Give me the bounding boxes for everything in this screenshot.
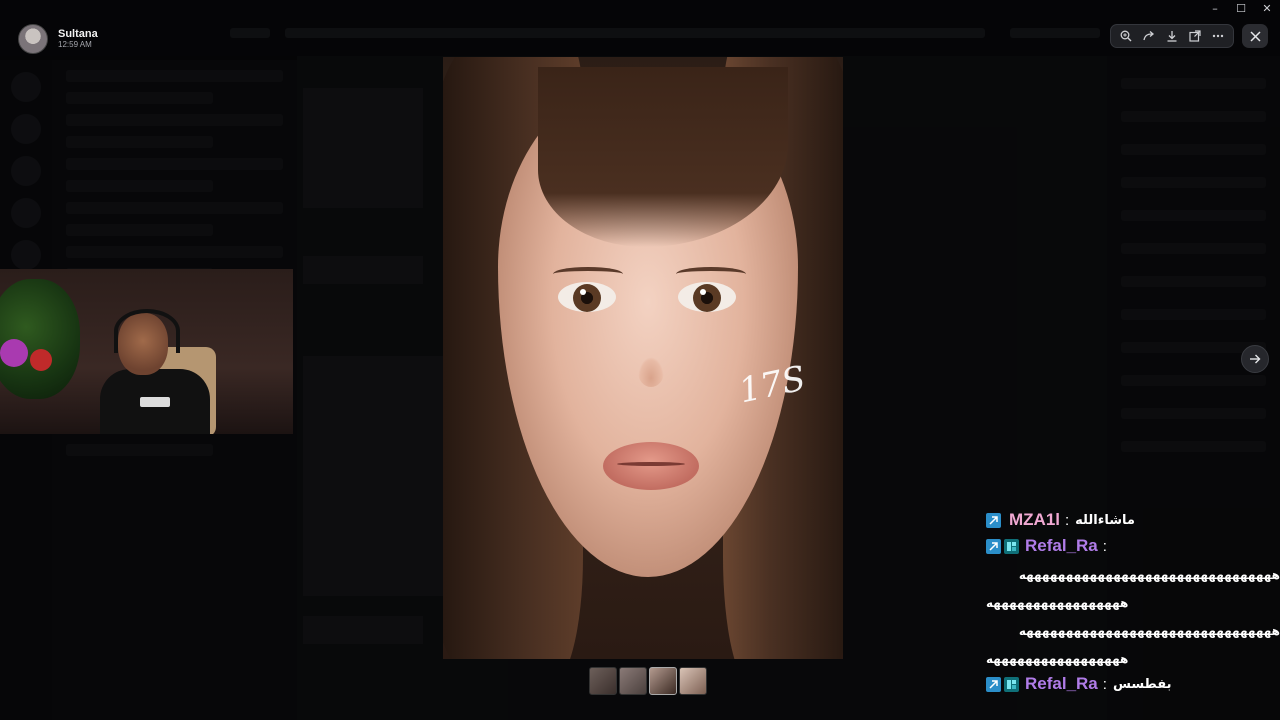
chat-text: ماشاءالله: [1075, 512, 1135, 528]
chat-message: Refal_Ra : بفطسس: [986, 674, 1280, 694]
chat-text: ههههههههههههههههههههههههههههههههه: [1018, 624, 1280, 638]
viewer-close-button[interactable]: [1242, 24, 1268, 48]
viewer-main-image[interactable]: 17S: [443, 57, 843, 659]
stream-chat-overlay: MZA1l : ماشاءالله Refal_Ra : ههههههههههه…: [986, 510, 1280, 700]
download-icon: [1167, 31, 1177, 42]
arrow-right-icon: [1250, 354, 1261, 364]
window-controls: – ☐ ✕: [1202, 0, 1280, 18]
more-button[interactable]: [1209, 27, 1227, 45]
viewer-toolbar: [1110, 24, 1234, 48]
background-topbar: [0, 0, 1280, 56]
chat-message: Refal_Ra :: [986, 536, 1280, 556]
maximize-button[interactable]: ☐: [1228, 0, 1254, 18]
share-button[interactable]: [1140, 27, 1158, 45]
right-eye: [678, 282, 736, 312]
zoom-in-icon: [1120, 30, 1132, 42]
chat-text: بفطسس: [1112, 676, 1172, 692]
prime-badge-icon: [986, 538, 1001, 554]
chat-text: ههههههههههههههههههههههههههههههههه: [1018, 568, 1280, 582]
chat-username: Refal_Ra: [1025, 536, 1098, 555]
subscriber-badge-icon: [1004, 676, 1019, 692]
prime-badge-icon: [986, 512, 1001, 528]
close-icon: [1249, 30, 1261, 42]
chat-username: MZA1l: [1009, 510, 1060, 529]
share-icon: [1143, 31, 1155, 41]
minimize-button[interactable]: –: [1202, 0, 1228, 18]
thumbnail[interactable]: [589, 667, 617, 695]
left-eye: [558, 282, 616, 312]
thumbnail-strip: [589, 667, 707, 695]
chat-text: هههههههههههههههههه: [986, 596, 1129, 610]
next-image-button[interactable]: [1241, 345, 1269, 373]
open-external-button[interactable]: [1186, 27, 1204, 45]
thumbnail-selected[interactable]: [649, 667, 677, 695]
download-button[interactable]: [1163, 27, 1181, 45]
prime-badge-icon: [986, 676, 1001, 692]
chat-message: MZA1l : ماشاءالله: [986, 510, 1280, 530]
chat-username: Refal_Ra: [1025, 674, 1098, 693]
webcam-overlay: [0, 269, 293, 434]
poster-timestamp: 12:59 AM: [58, 40, 92, 49]
subscriber-badge-icon: [1004, 538, 1019, 554]
chat-text: هههههههههههههههههه: [986, 652, 1129, 666]
image-poster-info: Sultana 12:59 AM: [18, 24, 98, 54]
poster-name[interactable]: Sultana: [58, 28, 98, 40]
thumbnail[interactable]: [619, 667, 647, 695]
more-icon: [1212, 34, 1223, 38]
open-external-icon: [1189, 30, 1201, 42]
thumbnail[interactable]: [679, 667, 707, 695]
zoom-in-button[interactable]: [1117, 27, 1135, 45]
avatar[interactable]: [18, 24, 48, 54]
window-close-button[interactable]: ✕: [1254, 0, 1280, 18]
lips: [603, 442, 699, 490]
